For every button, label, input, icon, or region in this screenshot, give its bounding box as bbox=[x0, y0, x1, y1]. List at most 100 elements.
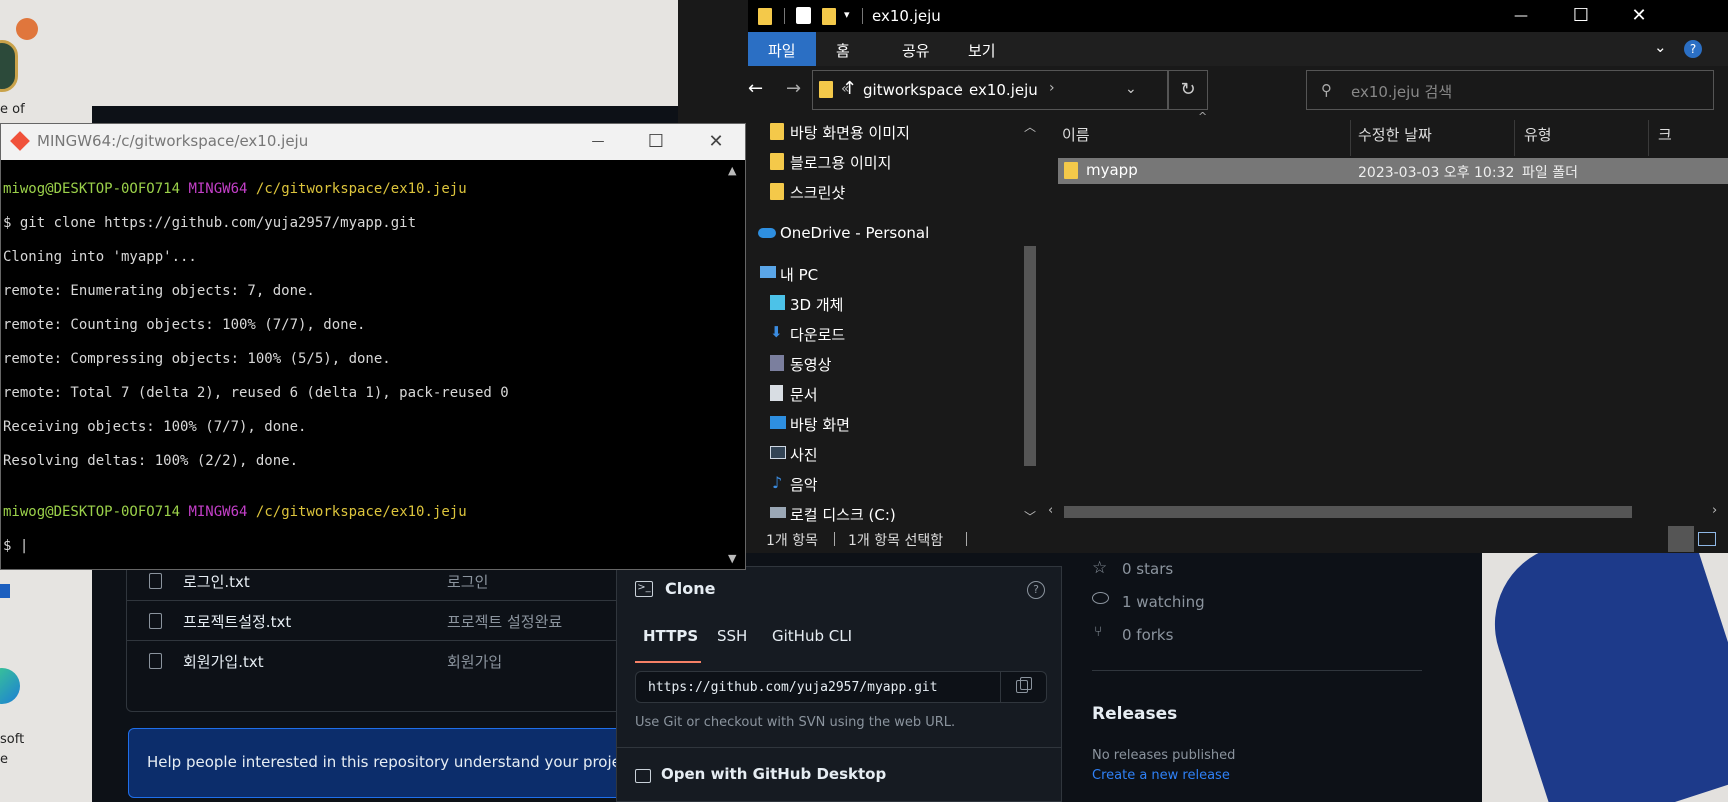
column-divider[interactable] bbox=[1350, 120, 1351, 156]
folder-icon bbox=[1064, 162, 1078, 179]
nav-item-desktop[interactable]: 바탕 화면 bbox=[770, 414, 850, 435]
tab-view[interactable]: 보기 bbox=[968, 40, 996, 61]
nav-item-blog-images[interactable]: 블로그용 이미지 bbox=[770, 152, 891, 173]
column-type[interactable]: 유형 bbox=[1524, 124, 1552, 145]
nav-item-local-disk[interactable]: 로컬 디스크 (C:) bbox=[770, 504, 896, 525]
file-name[interactable]: 프로젝트설정.txt bbox=[183, 611, 291, 632]
column-date[interactable]: 수정한 날짜 bbox=[1358, 124, 1432, 145]
minimize-button[interactable]: — bbox=[573, 124, 623, 160]
maximize-button[interactable]: ☐ bbox=[1556, 0, 1606, 32]
close-button[interactable]: ✕ bbox=[691, 124, 741, 160]
no-releases: No releases published bbox=[1092, 748, 1236, 763]
quick-access-dropdown-icon[interactable]: ▾ bbox=[844, 8, 850, 21]
nav-item-label: 문서 bbox=[790, 386, 818, 404]
explorer-titlebar[interactable]: ▾ ex10.jeju — ☐ ✕ bbox=[748, 0, 1728, 32]
search-box[interactable]: ⚲ ex10.jeju 검색 bbox=[1306, 70, 1714, 110]
maximize-button[interactable]: ☐ bbox=[631, 124, 681, 160]
address-dropdown-icon[interactable]: ⌄ bbox=[1125, 81, 1137, 97]
address-box[interactable]: « gitworkspace › ex10.jeju › ⌄ bbox=[812, 70, 1168, 110]
terminal-output[interactable]: miwog@DESKTOP-0OFO714 MINGW64 /c/gitwork… bbox=[3, 164, 723, 564]
file-row-selected[interactable]: myapp 2023-03-03 오후 10:32 파일 폴더 bbox=[1058, 158, 1728, 184]
sidebar-divider bbox=[1092, 670, 1422, 671]
terminal-line: remote: Compressing objects: 100% (5/5),… bbox=[3, 351, 391, 367]
close-button[interactable]: ✕ bbox=[1614, 0, 1664, 32]
clone-url[interactable]: https://github.com/yuja2957/myapp.git bbox=[648, 680, 938, 695]
desktop-icon-label: e bbox=[0, 752, 8, 767]
tab-home[interactable]: 홈 bbox=[836, 40, 850, 61]
nav-item-onedrive[interactable]: OneDrive - Personal bbox=[758, 224, 929, 242]
navigation-scrollbar[interactable]: ︿ ﹀ bbox=[1020, 118, 1040, 526]
column-divider[interactable] bbox=[1648, 120, 1649, 156]
breadcrumb-gitworkspace[interactable]: gitworkspace bbox=[863, 81, 963, 99]
horizontal-scrollbar[interactable]: ‹ › bbox=[1040, 502, 1728, 522]
minimize-button[interactable]: — bbox=[1496, 0, 1546, 32]
video-icon bbox=[770, 355, 784, 371]
bash-scrollbar[interactable]: ▲ ▼ bbox=[723, 160, 745, 569]
scroll-right-icon[interactable]: › bbox=[1712, 503, 1717, 518]
back-button[interactable]: ← bbox=[748, 78, 763, 99]
scroll-thumb[interactable] bbox=[1064, 506, 1632, 518]
terminal-line: Resolving deltas: 100% (2/2), done. bbox=[3, 453, 299, 469]
column-size[interactable]: 크 bbox=[1658, 124, 1672, 145]
breadcrumb-ex10[interactable]: ex10.jeju bbox=[969, 81, 1038, 99]
readme-banner: Help people interested in this repositor… bbox=[128, 728, 628, 798]
column-divider[interactable] bbox=[1514, 120, 1515, 156]
terminal-input-line[interactable]: $ | bbox=[3, 538, 723, 555]
game-app-icon[interactable] bbox=[0, 40, 18, 92]
tab-file[interactable]: 파일 bbox=[748, 32, 816, 66]
open-github-desktop[interactable]: Open with GitHub Desktop bbox=[661, 765, 886, 783]
forks-count[interactable]: 0 forks bbox=[1122, 626, 1173, 644]
edge-icon[interactable] bbox=[0, 668, 20, 704]
tab-github-cli[interactable]: GitHub CLI bbox=[772, 627, 852, 645]
nav-item-downloads[interactable]: ⬇ 다운로드 bbox=[770, 323, 845, 345]
commit-message[interactable]: 회원가입 bbox=[447, 651, 502, 672]
stars-count[interactable]: 0 stars bbox=[1122, 560, 1173, 578]
releases-title[interactable]: Releases bbox=[1092, 704, 1177, 724]
copy-icon[interactable] bbox=[1000, 672, 1046, 702]
nav-item-label: 음악 bbox=[790, 476, 818, 494]
file-row[interactable]: 회원가입.txt 회원가입 bbox=[127, 640, 647, 680]
tab-share[interactable]: 공유 bbox=[902, 40, 930, 61]
breadcrumb-separator-icon[interactable]: › bbox=[1049, 80, 1055, 96]
scroll-up-icon[interactable]: ▲ bbox=[728, 164, 736, 177]
nav-item-screenshots[interactable]: 스크린샷 bbox=[770, 182, 845, 203]
ribbon-expand-icon[interactable]: ⌄ bbox=[1654, 38, 1667, 56]
nav-item-pictures[interactable]: 사진 bbox=[770, 444, 818, 465]
refresh-button[interactable]: ↻ bbox=[1168, 70, 1208, 110]
scroll-down-icon[interactable]: ﹀ bbox=[1024, 508, 1036, 525]
scroll-thumb[interactable] bbox=[1024, 246, 1036, 466]
file-name[interactable]: 회원가입.txt bbox=[183, 651, 264, 672]
nav-item-music[interactable]: ♪ 음악 bbox=[772, 473, 818, 495]
nav-item-desktop-images[interactable]: 바탕 화면용 이미지 bbox=[770, 122, 910, 143]
file-row[interactable]: 프로젝트설정.txt 프로젝트 설정완료 bbox=[127, 600, 647, 640]
bash-titlebar[interactable]: MINGW64:/c/gitworkspace/ex10.jeju — ☐ ✕ bbox=[1, 124, 745, 160]
forward-button[interactable]: → bbox=[786, 78, 801, 99]
profile-photo bbox=[1482, 552, 1728, 802]
tab-https[interactable]: HTTPS bbox=[643, 627, 698, 645]
breadcrumb-overflow[interactable]: « bbox=[841, 81, 850, 97]
nav-item-this-pc[interactable]: 내 PC bbox=[760, 264, 818, 285]
column-name[interactable]: 이름 bbox=[1062, 124, 1090, 145]
file-name[interactable]: myapp bbox=[1086, 161, 1138, 179]
help-icon[interactable]: ? bbox=[1684, 40, 1702, 58]
properties-icon[interactable] bbox=[796, 7, 811, 24]
scroll-down-icon[interactable]: ▼ bbox=[728, 552, 736, 565]
nav-item-videos[interactable]: 동영상 bbox=[770, 354, 831, 375]
scroll-left-icon[interactable]: ‹ bbox=[1048, 503, 1053, 518]
new-folder-icon[interactable] bbox=[822, 8, 836, 25]
help-icon[interactable]: ? bbox=[1027, 581, 1045, 599]
commit-message[interactable]: 프로젝트 설정완료 bbox=[447, 611, 562, 632]
details-view-icon[interactable] bbox=[1668, 526, 1694, 552]
file-icon bbox=[149, 613, 162, 629]
create-release-link[interactable]: Create a new release bbox=[1092, 768, 1230, 783]
basketball-icon[interactable] bbox=[16, 18, 38, 40]
tab-ssh[interactable]: SSH bbox=[717, 627, 747, 645]
clone-divider bbox=[617, 747, 1061, 748]
file-explorer-window: ▾ ex10.jeju — ☐ ✕ 파일 홈 공유 보기 ⌄ ? ← → ⌄ ↑… bbox=[678, 0, 1728, 553]
clone-url-field[interactable]: https://github.com/yuja2957/myapp.git bbox=[635, 671, 1047, 703]
scroll-up-icon[interactable]: ︿ bbox=[1024, 118, 1036, 135]
nav-item-3d-objects[interactable]: 3D 개체 bbox=[770, 294, 843, 315]
watching-count[interactable]: 1 watching bbox=[1122, 593, 1205, 611]
large-icons-view-icon[interactable] bbox=[1698, 532, 1716, 546]
nav-item-documents[interactable]: 문서 bbox=[770, 384, 818, 405]
